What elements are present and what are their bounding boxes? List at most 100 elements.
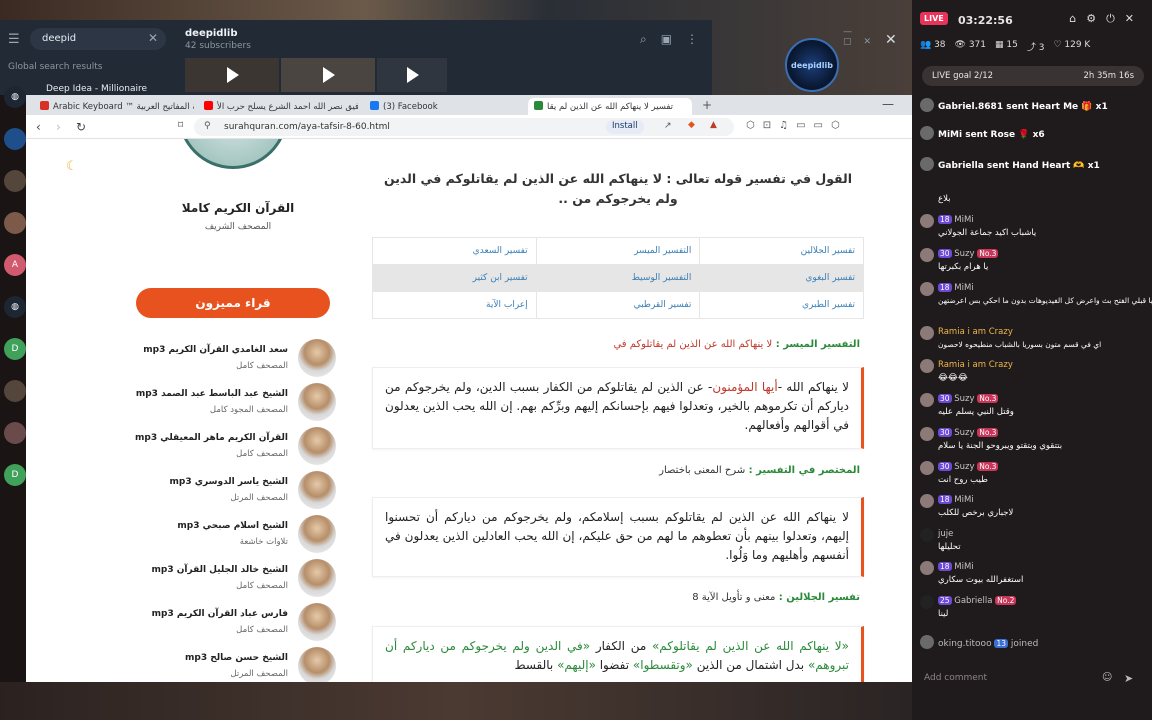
tab-arabic-keyboard[interactable]: Arabic Keyboard ™ لوحة المفاتيح العربية	[34, 98, 194, 115]
globe-icon[interactable]: ◍	[4, 296, 26, 318]
moon-icon[interactable]: ☾	[66, 159, 78, 174]
address-bar[interactable]: ⚲ surahquran.com/aya-tafsir-8-60.html In…	[194, 118, 734, 136]
send-icon[interactable]: ➤	[1124, 672, 1133, 685]
new-tab-icon[interactable]: +	[702, 98, 712, 112]
reciter-name: الشيخ ياسر الدوسري mp3	[169, 477, 288, 487]
avatar[interactable]	[920, 326, 934, 340]
tafsir-link[interactable]: التفسير الوسيط	[535, 264, 701, 292]
brave-shield-icon[interactable]: ◆	[688, 120, 695, 130]
avatar[interactable]	[4, 422, 26, 444]
level-badge: 18	[938, 215, 952, 224]
channel-toolbar-icons[interactable]: ⌕▣⋮	[640, 32, 712, 47]
tafsir-link[interactable]: تفسير البغوي	[699, 264, 864, 292]
avatar[interactable]	[4, 170, 26, 192]
chat-user[interactable]: Suzy	[954, 462, 974, 472]
sidebar-title[interactable]: القرآن الكريم كاملا	[126, 201, 350, 215]
window-controls[interactable]: —▢✕	[843, 27, 883, 47]
menu-icon[interactable]: ☰	[8, 32, 20, 47]
extension-icons[interactable]: ⬡⊡♫▭▭⬡	[746, 120, 848, 131]
avatar[interactable]	[920, 393, 934, 407]
tafsir-link[interactable]: تفسير الطبري	[699, 291, 864, 319]
video-thumbnail[interactable]	[281, 58, 375, 92]
chat-user[interactable]: MiMi	[954, 215, 973, 225]
stat-value: 15	[1006, 40, 1018, 50]
avatar[interactable]	[4, 128, 26, 150]
video-thumbnail[interactable]	[377, 58, 447, 92]
reciters-button[interactable]: قراء مميزون	[136, 288, 330, 318]
chat-user[interactable]: Suzy	[954, 394, 974, 404]
tafsir-link[interactable]: تفسير ابن كثير	[372, 264, 537, 292]
channel-subscribers: 42 subscribers	[185, 41, 251, 51]
reload-icon[interactable]: ↻	[76, 120, 86, 134]
tab-facebook[interactable]: (3) Facebook	[364, 98, 524, 115]
avatar[interactable]	[920, 427, 934, 441]
reciter-item[interactable]: الشيخ اسلام صبحي mp3 تلاوات خاشعة	[136, 515, 336, 555]
rewards-icon[interactable]: ▲	[710, 120, 717, 130]
globe-icon[interactable]: ◍	[4, 86, 26, 108]
search-input[interactable]: deepid ✕	[30, 28, 166, 50]
chat-user[interactable]: MiMi	[954, 283, 973, 293]
tafsir-link[interactable]: تفسير القرطبي	[535, 291, 701, 319]
chat-user[interactable]: Suzy	[954, 249, 974, 259]
chat-user[interactable]: Ramia i am Crazy	[938, 327, 1013, 337]
avatar[interactable]: D	[4, 338, 26, 360]
live-goal[interactable]: LIVE goal 2/12 2h 35m 16s	[922, 66, 1144, 86]
reciter-item[interactable]: الشيخ عبد الباسط عبد الصمد mp3 المصحف ال…	[136, 383, 336, 423]
chat-user[interactable]: MiMi	[954, 495, 973, 505]
avatar[interactable]	[920, 359, 934, 373]
avatar[interactable]: D	[4, 464, 26, 486]
reciter-photo	[298, 383, 336, 421]
forward-icon[interactable]: ›	[56, 120, 61, 134]
chat-meta: 30 Suzy No.3	[938, 394, 999, 404]
video-thumbnail[interactable]	[185, 58, 279, 92]
avatar[interactable]	[920, 461, 934, 475]
tafsir-link[interactable]: إعراب الآية	[372, 291, 537, 319]
avatar[interactable]	[920, 214, 934, 228]
avatar[interactable]	[4, 380, 26, 402]
address-toolbar: ‹ › ↻ ⌑ ⚲ surahquran.com/aya-tafsir-8-60…	[26, 115, 912, 139]
emoji-icon[interactable]: ☺	[1102, 672, 1112, 683]
search-result-title[interactable]: Deep Idea - Millionaire	[46, 84, 147, 94]
clear-search-icon[interactable]: ✕	[148, 31, 158, 45]
reciter-item[interactable]: الشيخ حسن صالح mp3 المصحف المرتل	[136, 647, 336, 682]
chat-user[interactable]: MiMi	[954, 562, 973, 572]
bookmark-icon[interactable]: ⌑	[178, 120, 183, 131]
avatar[interactable]	[920, 494, 934, 508]
install-button[interactable]: Install	[606, 120, 644, 134]
avatar[interactable]	[920, 561, 934, 575]
tafsir-link[interactable]: التفسير الميسر	[535, 237, 701, 265]
joined-user[interactable]: oking.titooo	[938, 639, 992, 649]
reciter-item[interactable]: الشيخ خالد الجليل القرآن mp3 المصحف كامل	[136, 559, 336, 599]
chat-user[interactable]: Suzy	[954, 428, 974, 438]
reciter-item[interactable]: سعد الغامدي القرآن الكريم mp3 المصحف كام…	[136, 339, 336, 379]
tab-tafsir[interactable]: تفسير لا ينهاكم الله عن الذين لم يقا✕	[528, 98, 692, 115]
chat-user[interactable]: juje	[938, 529, 953, 539]
avatar[interactable]: A	[4, 254, 26, 276]
avatar[interactable]	[920, 528, 934, 542]
tafsir-link[interactable]: تفسير السعدي	[372, 237, 537, 265]
rank-badge: No.3	[977, 394, 999, 403]
quote-text: من الكفار	[590, 639, 652, 653]
reciter-item[interactable]: القرآن الكريم ماهر المعيقلي mp3 المصحف ك…	[135, 427, 336, 467]
back-icon[interactable]: ‹	[36, 120, 41, 134]
close-icon[interactable]: ✕	[885, 32, 897, 48]
reciter-item[interactable]: الشيخ ياسر الدوسري mp3 المصحف المرتل	[136, 471, 336, 511]
share-icon[interactable]: ↗	[664, 121, 672, 131]
live-header-icons[interactable]: ⌂⚙⏻✕	[1069, 12, 1144, 26]
gift-message: Gabriel.8681 sent Heart Me 🎁 x1	[920, 98, 1108, 112]
minimize-icon[interactable]: —	[882, 97, 894, 111]
avatar[interactable]	[920, 595, 934, 609]
comment-input[interactable]: Add comment	[920, 668, 1116, 690]
avatar[interactable]	[920, 248, 934, 262]
site-info-icon[interactable]: ⚲	[204, 121, 211, 131]
chat-user[interactable]: Ramia i am Crazy	[938, 360, 1013, 370]
tab-label: Arabic Keyboard ™ لوحة المفاتيح العربية	[53, 102, 194, 112]
tab-youtube[interactable]: رفيق نصر الله احمد الشرع يسلح حرب الأ	[198, 98, 358, 115]
avatar[interactable]	[4, 212, 26, 234]
jalalayn-section-label: تفسير الجلالين : معنى و تأويل الآية 8	[692, 592, 860, 603]
tafsir-link[interactable]: تفسير الجلالين	[699, 237, 864, 265]
avatar[interactable]	[920, 282, 934, 296]
reciter-item[interactable]: فارس عباد القرآن الكريم mp3 المصحف كامل	[136, 603, 336, 643]
muyassar-section-label: التفسير الميسر : لا ينهاكم الله عن الذين…	[613, 339, 860, 350]
chat-user[interactable]: Gabriella	[954, 596, 992, 606]
